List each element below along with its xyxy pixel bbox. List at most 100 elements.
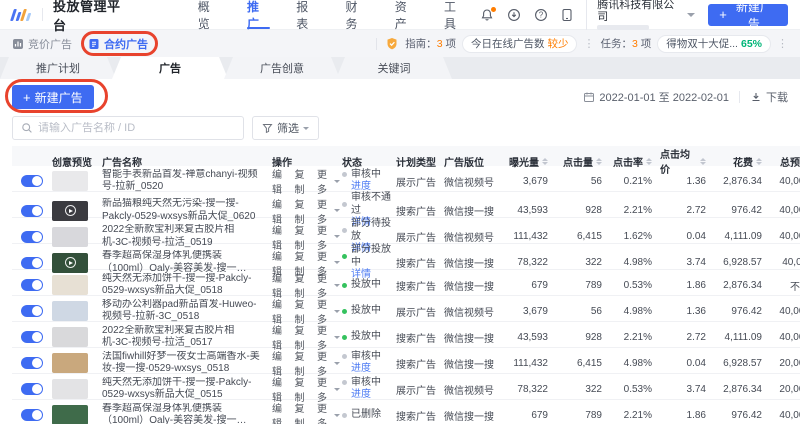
spend-value: 976.42 xyxy=(731,305,762,317)
status-detail-link[interactable]: 进度 xyxy=(351,363,394,376)
column-header-cpc[interactable]: 点击均价 xyxy=(658,146,712,176)
task-pill[interactable]: 得物双十大促... 65% xyxy=(657,34,771,53)
tab-ads[interactable]: 广告 xyxy=(112,57,228,79)
creative-thumbnail[interactable] xyxy=(52,171,88,191)
ad-name[interactable]: 法国fiwhill好梦一夜女士高端香水-美妆-搜一搜-0529-wxsys_05… xyxy=(100,351,270,376)
date-range-picker[interactable]: 2022-01-01 至 2022-02-01 xyxy=(583,89,729,105)
column-header-ctr[interactable]: 点击率 xyxy=(608,154,658,169)
plan-type: 搜索广告 xyxy=(396,359,436,371)
new-ad-button[interactable]: + 新建广告 xyxy=(12,85,94,109)
creative-thumbnail[interactable] xyxy=(52,252,88,273)
ad-name[interactable]: 春季超高保湿身体乳便携装（100ml）Oaly-美容美发-搜一搜-0382--w… xyxy=(100,403,270,424)
sort-icon[interactable] xyxy=(542,157,548,165)
ad-enable-toggle[interactable] xyxy=(21,357,43,369)
ad-name[interactable]: 纯天然无添加饼干-搜一搜-Pakcly-0529-wxsys新品大促_0518 xyxy=(100,273,270,298)
divider xyxy=(42,8,43,21)
status-text: 审核不通过 xyxy=(351,192,391,216)
clicks-value: 789 xyxy=(585,279,602,291)
ad-placement: 微信搜一搜 xyxy=(444,259,494,271)
plan-type: 展示广告 xyxy=(396,307,436,319)
task-more-icon[interactable]: ⋮ xyxy=(777,37,788,50)
exposure-value: 43,593 xyxy=(517,331,548,343)
ad-enable-toggle[interactable] xyxy=(21,409,43,421)
copy-button[interactable]: 复制 xyxy=(294,166,310,196)
search-icon xyxy=(22,123,32,133)
creative-thumbnail[interactable] xyxy=(52,275,88,295)
ctr-value: 2.21% xyxy=(623,205,652,217)
tab-contract-ads[interactable]: 合约广告 xyxy=(88,36,148,52)
creative-thumbnail[interactable] xyxy=(52,200,88,221)
chevron-down-icon xyxy=(687,12,696,17)
status-dot xyxy=(342,202,347,207)
nav-item-overview[interactable]: 概览 xyxy=(185,0,234,31)
creative-thumbnail[interactable] xyxy=(52,379,88,399)
sort-icon[interactable] xyxy=(700,157,706,165)
toggle-knob xyxy=(32,257,42,268)
nav-item-reports[interactable]: 报表 xyxy=(283,0,332,31)
ad-enable-toggle[interactable] xyxy=(21,230,43,243)
status-detail-link[interactable]: 进度 xyxy=(351,389,394,402)
ad-name[interactable]: 纯天然无添加饼干-搜一搜-Pakcly-0529-wxsys新品大促_0515 xyxy=(100,377,270,402)
ad-enable-toggle[interactable] xyxy=(21,305,43,317)
ad-enable-toggle[interactable] xyxy=(21,175,43,187)
nav-item-finance[interactable]: 财务 xyxy=(333,0,382,31)
sort-icon[interactable] xyxy=(756,157,762,165)
guide-more-icon[interactable]: ⋮ xyxy=(583,37,594,50)
filter-button[interactable]: 筛选 xyxy=(252,116,319,140)
help-icon[interactable]: ? xyxy=(534,8,548,22)
ad-enable-toggle[interactable] xyxy=(21,279,43,291)
edit-button[interactable]: 编辑 xyxy=(272,400,288,424)
ad-name[interactable]: 移动办公利器pad新品首发-Huweo-视频号-拉新-3C_0518 xyxy=(100,299,270,324)
ad-name[interactable]: 智能手表新品首发-禅意chanyi-视频号-拉新_0520 xyxy=(100,169,270,194)
column-header-clicks[interactable]: 点击量 xyxy=(554,154,608,169)
ad-enable-toggle[interactable] xyxy=(21,331,43,343)
exposure-value: 3,679 xyxy=(522,175,548,187)
ctr-value: 1.62% xyxy=(623,231,652,243)
ad-name[interactable]: 新品猫粮纯天然无污染-搜一搜-Pakcly-0529-wxsys新品大促_062… xyxy=(100,198,270,223)
search-input[interactable] xyxy=(38,122,235,134)
tab-plan[interactable]: 推广计划 xyxy=(0,57,116,79)
nav-item-promotion[interactable]: 推广 xyxy=(234,0,283,31)
creative-thumbnail[interactable] xyxy=(52,301,88,321)
creative-thumbnail[interactable] xyxy=(52,327,88,347)
mobile-device-icon[interactable] xyxy=(561,8,573,22)
play-icon xyxy=(64,257,76,269)
ad-name[interactable]: 2022全新款宝利来复古胶片相机-3C-视频号-拉活_0519 xyxy=(100,224,270,249)
download-center-icon[interactable] xyxy=(507,8,521,22)
ad-enable-toggle[interactable] xyxy=(21,383,43,395)
more-button[interactable]: 更多 xyxy=(317,166,340,196)
new-ad-button-header[interactable]: + 新建广告 xyxy=(708,0,788,31)
ads-table: 创意预览广告名称操作状态计划类型广告版位曝光量点击量点击率点击均价花费总预算 智… xyxy=(12,146,800,424)
ad-name[interactable]: 2022全新款宝利来复古胶片相机-3C-视频号-拉活_0517 xyxy=(100,325,270,350)
notification-bell-icon[interactable] xyxy=(480,6,497,22)
creative-thumbnail[interactable] xyxy=(52,226,88,247)
ctr-value: 4.98% xyxy=(623,305,652,317)
company-name: 腾讯科技有限公司 xyxy=(597,0,675,23)
more-button[interactable]: 更多 xyxy=(317,400,340,424)
tab-creative[interactable]: 广告创意 xyxy=(224,57,340,79)
sort-icon[interactable] xyxy=(646,157,652,165)
tab-keywords[interactable]: 关键词 xyxy=(336,57,452,79)
nav-item-tools[interactable]: 工具 xyxy=(431,0,480,31)
nav-item-assets[interactable]: 资产 xyxy=(382,0,431,31)
ad-enable-toggle[interactable] xyxy=(21,204,43,217)
clicks-value: 6,415 xyxy=(576,357,602,369)
tab-bidding-ads[interactable]: 竞价广告 xyxy=(12,36,72,52)
ads-table-body: 智能手表新品首发-禅意chanyi-视频号-拉新_0520 编辑 复制 更多 审… xyxy=(12,166,800,424)
account-switcher[interactable]: 腾讯科技有限公司 xyxy=(586,0,696,31)
column-header-exposure[interactable]: 曝光量 xyxy=(500,154,554,169)
spend-value: 976.42 xyxy=(731,205,762,217)
status-dot xyxy=(342,380,347,386)
creative-thumbnail[interactable] xyxy=(52,405,88,424)
creative-thumbnail[interactable] xyxy=(52,353,88,373)
cpc-value: 0.04 xyxy=(686,231,706,243)
ad-enable-toggle[interactable] xyxy=(21,256,43,269)
sort-icon[interactable] xyxy=(596,157,602,165)
guide-pill[interactable]: 今日在线广告数 较少 xyxy=(461,34,578,53)
column-header-spend[interactable]: 花费 xyxy=(712,154,768,169)
ad-name[interactable]: 春季超高保湿身体乳便携装（100ml）Oaly-美容美发-搜一搜-0382--w… xyxy=(100,250,270,275)
plan-type: 展示广告 xyxy=(396,177,436,189)
edit-button[interactable]: 编辑 xyxy=(272,166,288,196)
download-button[interactable]: 下载 xyxy=(750,89,788,105)
copy-button[interactable]: 复制 xyxy=(294,400,310,424)
